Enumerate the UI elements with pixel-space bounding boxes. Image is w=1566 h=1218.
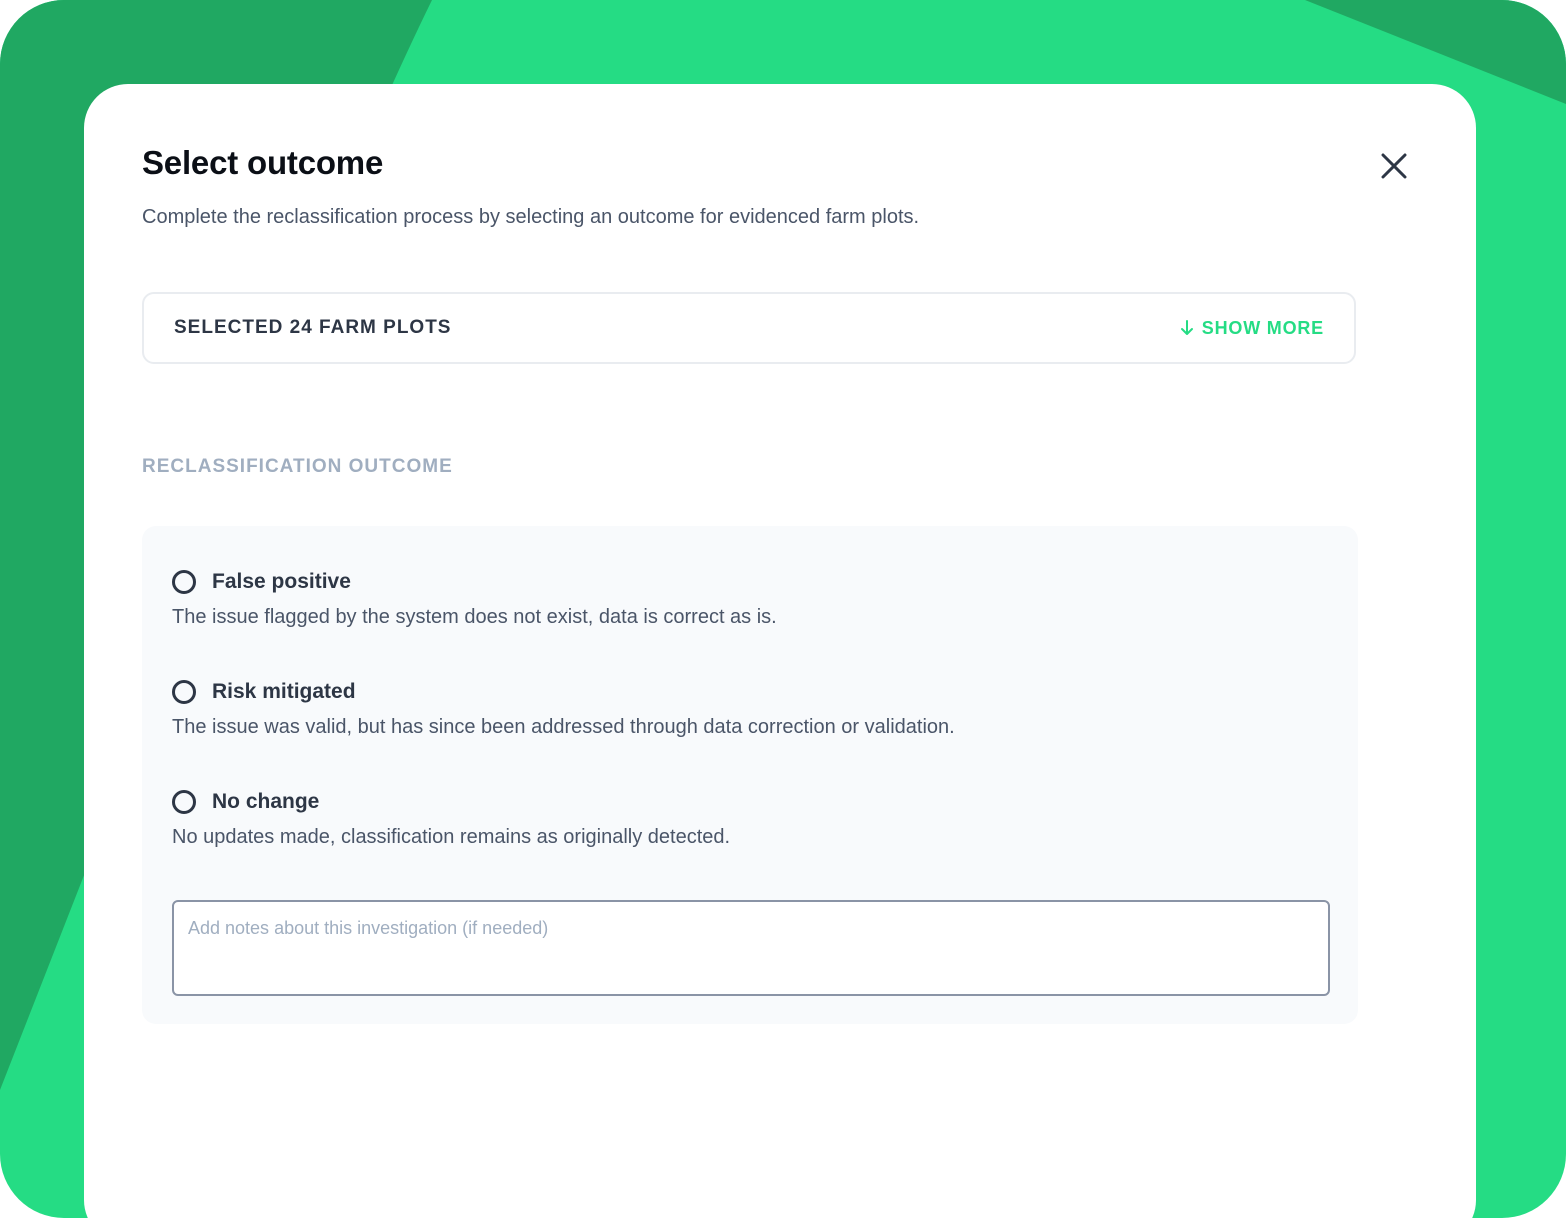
option-title: No change — [212, 790, 320, 813]
option-description: No updates made, classification remains … — [172, 826, 731, 848]
option-no-change[interactable]: No change No updates made, classificatio… — [172, 790, 730, 849]
investigation-notes-field[interactable] — [172, 900, 1330, 996]
radio-false-positive[interactable] — [172, 570, 196, 594]
selected-plots-summary: SELECTED 24 FARM PLOTS SHOW MORE — [142, 292, 1356, 364]
show-more-label: SHOW MORE — [1201, 317, 1324, 338]
close-button[interactable] — [1374, 146, 1414, 186]
show-more-button[interactable]: SHOW MORE — [1180, 318, 1324, 339]
option-risk-mitigated[interactable]: Risk mitigated The issue was valid, but … — [172, 680, 955, 739]
option-description: The issue flagged by the system does not… — [172, 606, 777, 628]
modal-subtitle: Complete the reclassification process by… — [142, 206, 920, 228]
app-window: Select outcome Complete the reclassifica… — [0, 0, 1566, 1218]
modal-title: Select outcome — [142, 144, 384, 181]
option-title: False positive — [212, 570, 351, 593]
reclassification-outcome-heading: RECLASSIFICATION OUTCOME — [142, 456, 453, 477]
outcome-options-panel: False positive The issue flagged by the … — [142, 526, 1358, 1024]
radio-no-change[interactable] — [172, 790, 196, 814]
option-description: The issue was valid, but has since been … — [172, 716, 955, 738]
selected-plots-label: SELECTED 24 FARM PLOTS — [174, 317, 452, 338]
select-outcome-modal: Select outcome Complete the reclassifica… — [84, 84, 1476, 1218]
option-title: Risk mitigated — [212, 680, 356, 703]
arrow-down-icon — [1180, 320, 1193, 335]
radio-risk-mitigated[interactable] — [172, 680, 196, 704]
close-icon — [1381, 153, 1407, 179]
option-false-positive[interactable]: False positive The issue flagged by the … — [172, 570, 777, 629]
